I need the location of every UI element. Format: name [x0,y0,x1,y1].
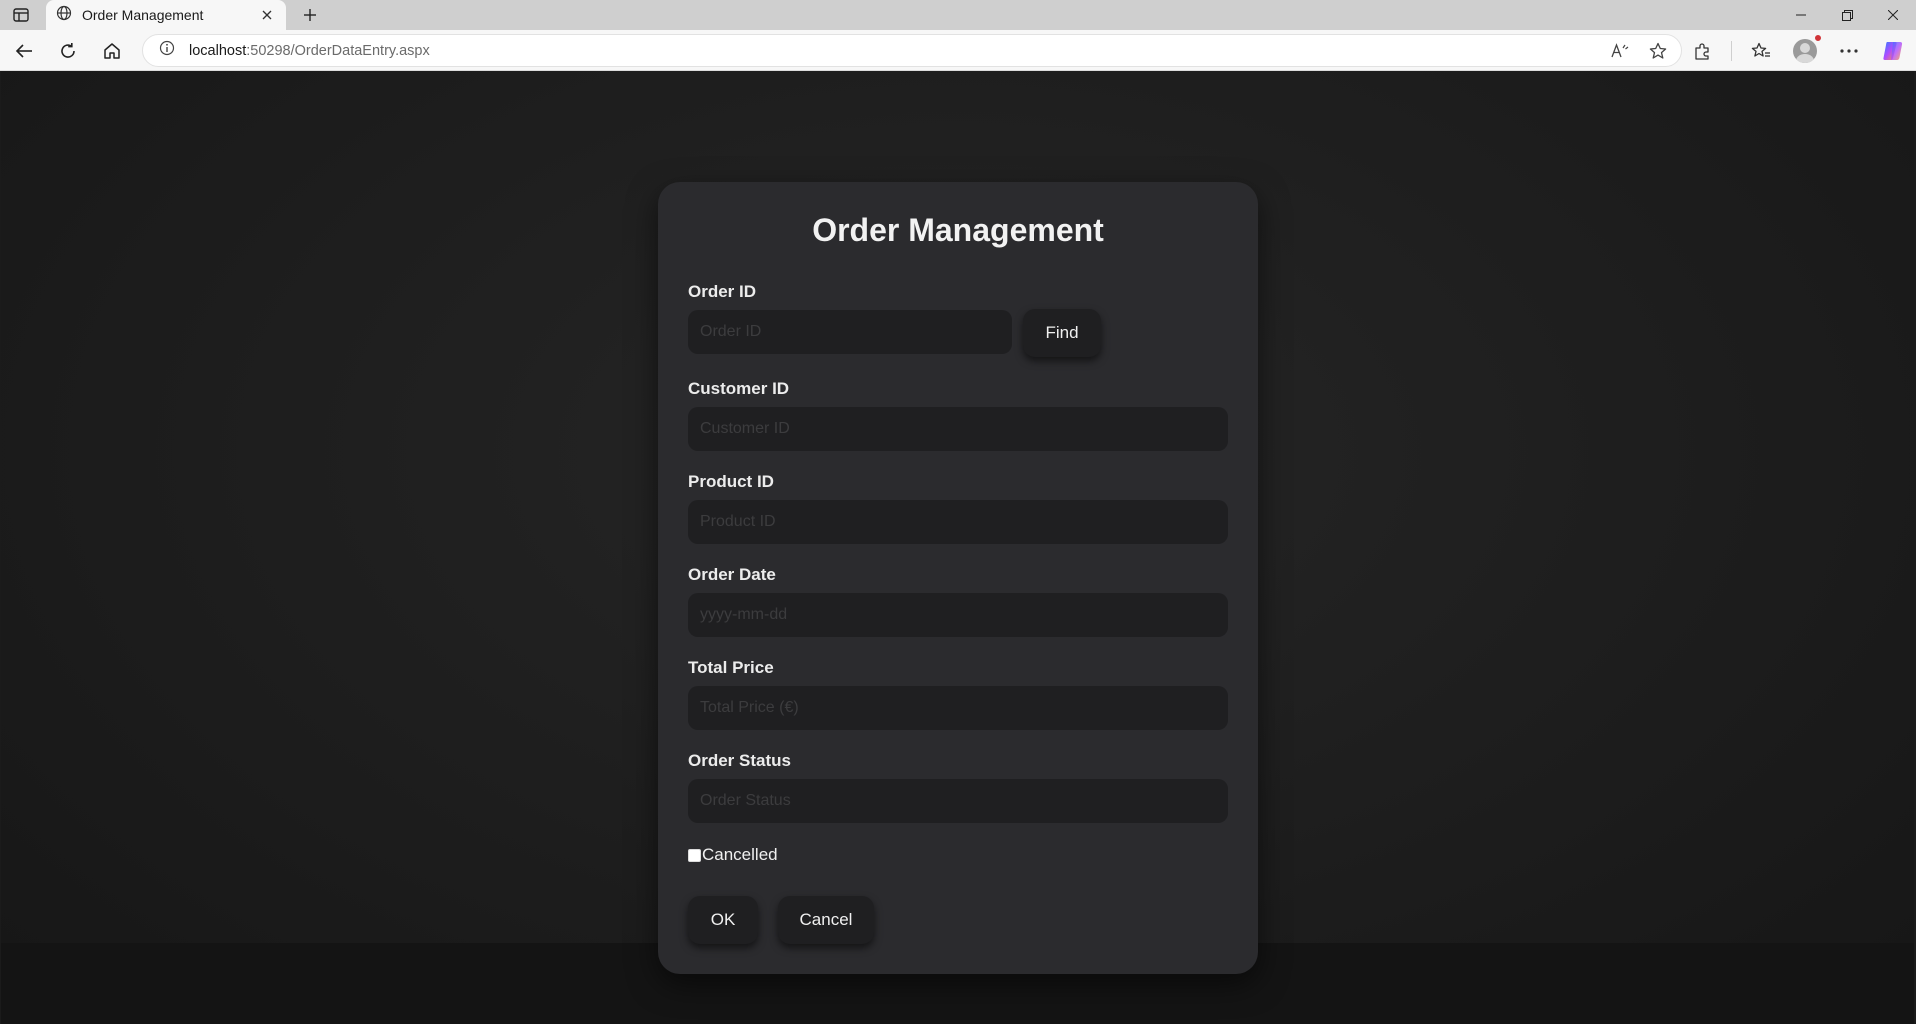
read-aloud-icon[interactable] [1607,38,1633,64]
order-status-label: Order Status [688,751,791,770]
extensions-icon[interactable] [1687,36,1717,66]
favorites-icon[interactable] [1746,36,1776,66]
cancelled-label: Cancelled [702,845,778,864]
address-bar[interactable]: localhost:50298/OrderDataEntry.aspx [142,34,1682,67]
close-tab-icon[interactable] [258,6,276,24]
page-title: Order Management [812,212,1104,248]
more-options-icon[interactable] [1834,36,1864,66]
url-path: :50298/OrderDataEntry.aspx [246,42,430,59]
order-status-input[interactable] [688,779,1228,823]
find-button[interactable]: Find [1023,309,1101,357]
ok-button[interactable]: OK [688,896,758,944]
url-text: localhost:50298/OrderDataEntry.aspx [189,43,430,59]
order-id-input[interactable] [688,310,1012,354]
product-id-label: Product ID [688,472,774,491]
cancelled-checkbox-row[interactable]: Cancelled [688,845,778,865]
order-date-label: Order Date [688,565,776,584]
new-tab-icon[interactable] [298,4,322,26]
total-price-input[interactable] [688,686,1228,730]
tab-strip: Order Management [0,0,1916,30]
avatar [1793,39,1817,63]
cancelled-checkbox[interactable] [688,848,701,862]
cancel-button[interactable]: Cancel [778,896,874,944]
refresh-icon[interactable] [54,37,82,65]
minimize-icon[interactable] [1778,0,1824,30]
browser-tab[interactable]: Order Management [46,0,286,30]
favorite-star-icon[interactable] [1645,38,1671,64]
customer-id-label: Customer ID [688,379,790,398]
product-id-input[interactable] [688,500,1228,544]
close-window-icon[interactable] [1870,0,1916,30]
total-price-label: Total Price [688,658,774,677]
order-date-input[interactable] [688,593,1228,637]
order-id-label: Order ID [688,282,757,301]
notification-dot [1814,34,1822,42]
sidebar-toggle-icon[interactable] [10,5,32,25]
copilot-icon[interactable] [1878,36,1908,66]
page-viewport: Order Management Order ID Find Customer … [1,71,1914,1024]
restore-icon[interactable] [1824,0,1870,30]
customer-id-input[interactable] [688,407,1228,451]
site-info-icon[interactable] [159,40,175,61]
profile-avatar[interactable] [1790,34,1822,66]
browser-toolbar: localhost:50298/OrderDataEntry.aspx [0,30,1916,71]
url-host: localhost [189,42,247,59]
tab-title: Order Management [82,7,204,23]
window-controls [1778,0,1916,30]
home-icon[interactable] [98,37,126,65]
globe-icon [56,5,72,26]
order-form-card: Order Management Order ID Find Customer … [658,182,1258,974]
back-arrow-icon[interactable] [10,37,38,65]
toolbar-divider [1731,41,1732,61]
